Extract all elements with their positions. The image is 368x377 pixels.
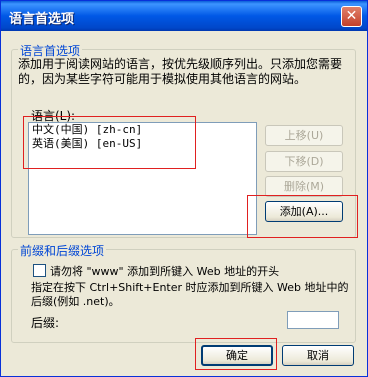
language-description: 添加用于阅读网站的语言，按优先级顺序列出。只添加您需要的，因为某些字符可能用于模… (18, 57, 343, 86)
cancel-button[interactable]: 取消 (282, 345, 354, 366)
no-www-checkbox-label: 请勿将 "www" 添加到所键入 Web 地址的开头 (50, 265, 280, 278)
prefix-group-legend: 前缀和后缀选项 (18, 242, 107, 259)
suffix-input[interactable] (287, 311, 339, 329)
close-button[interactable]: ✕ (341, 6, 362, 27)
no-www-checkbox[interactable] (33, 264, 46, 277)
close-icon: ✕ (345, 8, 358, 24)
highlight-add-button (247, 195, 358, 238)
move-down-button[interactable]: 下移(D) (265, 151, 343, 172)
suffix-label: 后缀: (31, 316, 60, 330)
window-title: 语言首选项 (9, 12, 75, 27)
title-bar[interactable]: 语言首选项 ✕ (1, 1, 367, 31)
move-up-button[interactable]: 上移(U) (265, 125, 343, 146)
highlight-ok-button (195, 338, 277, 370)
language-preferences-dialog: 语言首选项 ✕ 语言首选项 添加用于阅读网站的语言，按优先级顺序列出。只添加您需… (0, 0, 368, 377)
suffix-hint: 指定在按下 Ctrl+Shift+Enter 时应添加到所键入 Web 地址中的… (31, 281, 349, 308)
remove-button[interactable]: 删除(M) (265, 176, 343, 197)
highlight-language-list (23, 116, 196, 169)
